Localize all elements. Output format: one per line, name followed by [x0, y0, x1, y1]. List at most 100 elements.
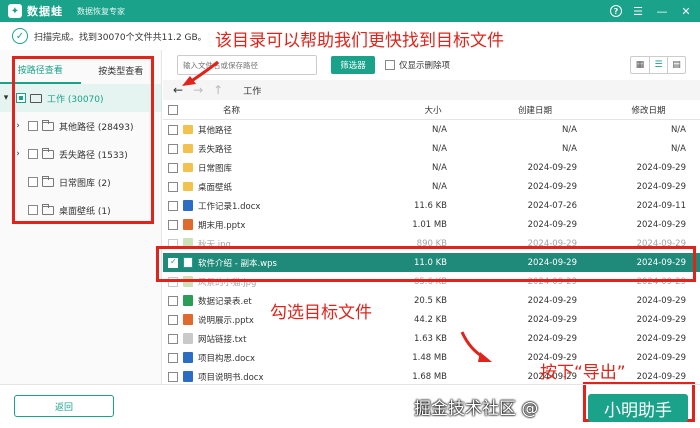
highlight-selected-row — [156, 246, 696, 282]
file-created: 2024-09-29 — [527, 219, 577, 230]
row-checkbox[interactable] — [168, 371, 178, 382]
folder-file-icon — [183, 182, 193, 191]
close-icon[interactable]: ✕ — [678, 3, 694, 19]
table-row[interactable]: 网站链接.txt 1.63 KB 2024-09-29 2024-09-29 — [163, 329, 700, 348]
nav-row: ← → ↑ 工作 — [163, 80, 700, 100]
file-size: 1.68 MB — [412, 371, 447, 382]
forward-arrow-icon[interactable]: → — [193, 83, 203, 97]
file-name: 项目说明书.docx — [198, 372, 264, 383]
file-size: 1.63 KB — [413, 333, 447, 344]
file-name: 期末用.pptx — [198, 220, 246, 231]
file-name: 数据记录表.et — [198, 296, 252, 307]
file-size: N/A — [431, 181, 447, 192]
file-size: N/A — [431, 162, 447, 173]
detail-view-icon[interactable]: ▤ — [667, 57, 685, 73]
col-modified[interactable]: 修改日期 — [581, 104, 686, 116]
row-checkbox[interactable] — [168, 295, 178, 306]
breadcrumb[interactable]: 工作 — [243, 84, 261, 97]
pptx-file-icon — [183, 219, 193, 230]
export-button[interactable]: 小明助手 — [588, 394, 688, 422]
file-name: 桌面壁纸 — [198, 182, 233, 193]
file-modified: 2024-09-29 — [636, 219, 686, 230]
table-row[interactable]: 日常图库 N/A 2024-09-29 2024-09-29 — [163, 158, 700, 177]
table-header: 名称 大小 创建日期 修改日期 — [163, 101, 700, 120]
file-table: 名称 大小 创建日期 修改日期 其他路径 N/A N/A N/A 丢失路径 N/A N/A N… — [163, 101, 700, 386]
file-created: N/A — [561, 124, 577, 135]
back-button[interactable]: 返回 — [14, 395, 114, 417]
row-checkbox[interactable] — [168, 219, 178, 230]
table-row[interactable]: 数据记录表.et 20.5 KB 2024-09-29 2024-09-29 — [163, 291, 700, 310]
col-name[interactable]: 名称 — [183, 104, 353, 116]
check-circle-icon: ✓ — [12, 28, 28, 44]
watermark: 掘金技术社区 @ — [414, 399, 539, 419]
table-row[interactable]: 其他路径 N/A N/A N/A — [163, 120, 700, 139]
file-size: N/A — [431, 143, 447, 154]
select-all-checkbox[interactable] — [168, 105, 178, 115]
file-size: 1.48 MB — [412, 352, 447, 363]
file-modified: N/A — [670, 124, 686, 135]
file-name: 日常图库 — [198, 163, 233, 174]
filter-button[interactable]: 筛选器 — [331, 56, 375, 74]
file-modified: N/A — [670, 143, 686, 154]
scan-status-text: 扫描完成。找到30070个文件共11.2 GB。 — [34, 32, 207, 43]
file-created: N/A — [561, 143, 577, 154]
file-name: 说明展示.pptx — [198, 315, 254, 326]
file-name: 工作记录1.docx — [198, 201, 261, 212]
highlight-left-panel — [12, 56, 154, 224]
file-modified: 2024-09-29 — [636, 314, 686, 325]
chevron-down-icon[interactable]: ▾ — [0, 93, 12, 103]
app-name: 数据蛙 — [27, 5, 63, 18]
frog-logo-icon: ✦ — [8, 4, 22, 18]
pptx-file-icon — [183, 314, 193, 325]
annotation-middle: 勾选目标文件 — [270, 303, 372, 323]
table-row[interactable]: 期末用.pptx 1.01 MB 2024-09-29 2024-09-29 — [163, 215, 700, 234]
folder-file-icon — [183, 163, 193, 172]
search-box[interactable] — [177, 55, 317, 75]
file-created: 2024-09-29 — [527, 181, 577, 192]
table-row[interactable]: 说明展示.pptx 44.2 KB 2024-09-29 2024-09-29 — [163, 310, 700, 329]
bottom-bar: 返回 掘金技术社区 @ 小明助手 — [0, 384, 700, 428]
file-size: 1.01 MB — [412, 219, 447, 230]
et-file-icon — [183, 295, 193, 306]
deleted-only-label: 仅显示删除项 — [399, 61, 451, 71]
deleted-only-checkbox[interactable] — [385, 60, 395, 70]
folder-file-icon — [183, 125, 193, 134]
row-checkbox[interactable] — [168, 181, 178, 192]
row-checkbox[interactable] — [168, 124, 178, 135]
row-checkbox[interactable] — [168, 143, 178, 154]
file-modified: 2024-09-29 — [636, 162, 686, 173]
app-tagline: 数据恢复专家 — [77, 6, 125, 16]
file-created: 2024-07-26 — [527, 200, 577, 211]
docx-file-icon — [183, 371, 193, 382]
search-input[interactable] — [183, 60, 308, 70]
table-row[interactable]: 桌面壁纸 N/A 2024-09-29 2024-09-29 — [163, 177, 700, 196]
file-modified: 2024-09-29 — [636, 181, 686, 192]
deleted-only-option[interactable]: 仅显示删除项 — [385, 59, 450, 71]
row-checkbox[interactable] — [168, 352, 178, 363]
title-bar: ✦ 数据蛙 数据恢复专家 ? ☰ — ✕ — [0, 0, 700, 22]
docx-file-icon — [183, 352, 193, 363]
table-row[interactable]: 丢失路径 N/A N/A N/A — [163, 139, 700, 158]
row-checkbox[interactable] — [168, 314, 178, 325]
list-view-icon[interactable]: ☰ — [649, 57, 667, 73]
grid-view-icon[interactable]: ▦ — [631, 57, 649, 73]
annotation-bottom: 按下“导出” — [540, 363, 626, 383]
minimize-icon[interactable]: — — [654, 3, 670, 19]
row-checkbox[interactable] — [168, 162, 178, 173]
file-size: N/A — [431, 124, 447, 135]
table-row[interactable]: 工作记录1.docx 11.6 KB 2024-07-26 2024-09-11 — [163, 196, 700, 215]
toolbar: 筛选器 仅显示删除项 ▦ ☰ ▤ — [163, 52, 700, 78]
docx-file-icon — [183, 200, 193, 211]
file-modified: 2024-09-11 — [636, 200, 686, 211]
row-checkbox[interactable] — [168, 333, 178, 344]
menu-icon[interactable]: ☰ — [630, 3, 646, 19]
col-size[interactable]: 大小 — [353, 104, 453, 116]
help-icon[interactable]: ? — [610, 5, 622, 17]
up-arrow-icon[interactable]: ↑ — [213, 83, 223, 97]
row-checkbox[interactable] — [168, 200, 178, 211]
back-arrow-icon[interactable]: ← — [173, 83, 183, 97]
folder-file-icon — [183, 144, 193, 153]
col-created[interactable]: 创建日期 — [453, 104, 581, 116]
file-modified: 2024-09-29 — [636, 295, 686, 306]
annotation-top: 该目录可以帮助我们更快找到目标文件 — [215, 31, 504, 51]
